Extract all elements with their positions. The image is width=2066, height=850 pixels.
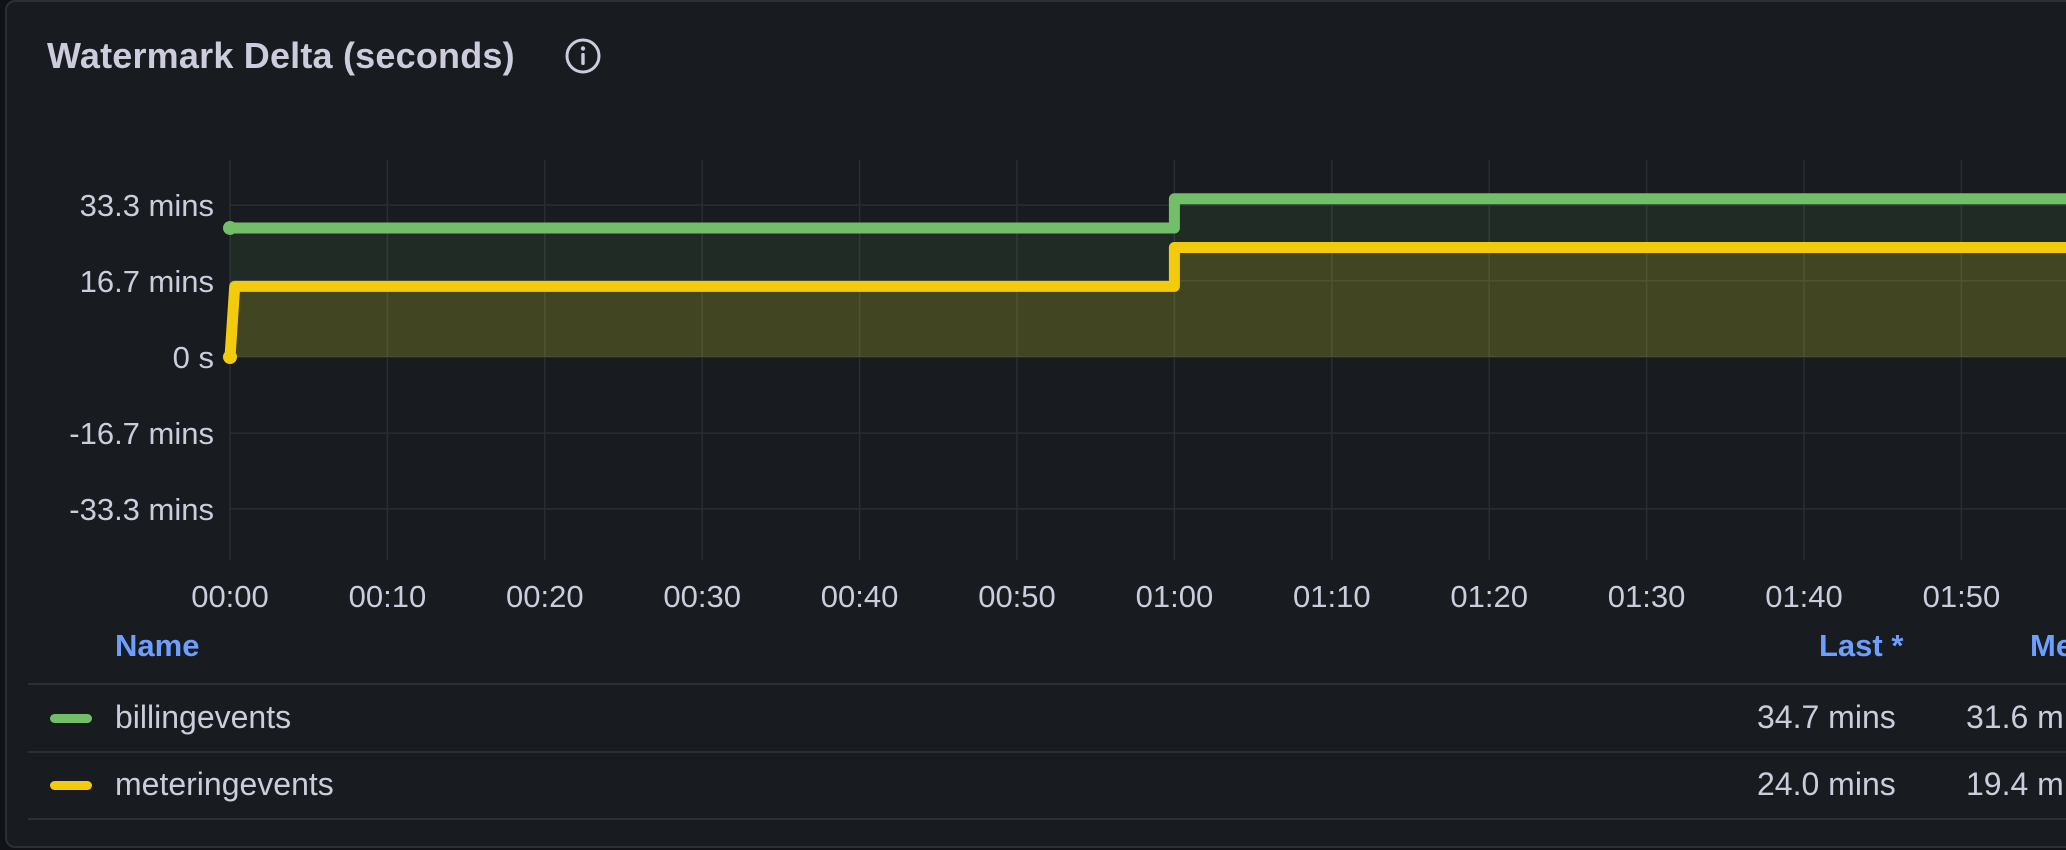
data-point [223, 350, 237, 364]
x-tick-label: 01:50 [1923, 579, 2001, 614]
y-tick-label: -33.3 mins [69, 492, 214, 527]
x-tick-label: 01:40 [1765, 579, 1843, 614]
legend-row[interactable]: billingevents 34.7 mins 31.6 m [28, 685, 2066, 749]
legend-divider [28, 818, 2066, 820]
legend-header-mean[interactable]: Me [2030, 628, 2066, 676]
legend-swatch [50, 714, 92, 723]
x-tick-label: 00:40 [821, 579, 899, 614]
legend-last-value: 24.0 mins [1757, 766, 1896, 802]
legend-mean-value: 31.6 m [1966, 699, 2064, 735]
y-tick-label: -16.7 mins [69, 416, 214, 451]
x-tick-label: 01:10 [1293, 579, 1371, 614]
legend-swatch [50, 781, 92, 790]
y-tick-label: 33.3 mins [80, 188, 214, 223]
x-tick-label: 01:00 [1136, 579, 1214, 614]
x-tick-label: 00:10 [349, 579, 427, 614]
x-tick-label: 01:30 [1608, 579, 1686, 614]
x-axis: 00:00 00:10 00:20 00:30 00:40 00:50 01:00 01:10… [191, 579, 2000, 614]
y-axis: 33.3 mins 16.7 mins 0 s -16.7 mins -33.3 min… [69, 188, 214, 527]
legend-series-name: billingevents [115, 699, 292, 735]
time-series-chart[interactable]: 33.3 mins 16.7 mins 0 s -16.7 mins -33.3 min… [0, 0, 2066, 620]
x-tick-label: 00:50 [978, 579, 1056, 614]
legend-header-name[interactable]: Name [115, 628, 199, 676]
y-tick-label: 16.7 mins [80, 264, 214, 299]
x-tick-label: 01:20 [1450, 579, 1528, 614]
data-point [223, 220, 237, 235]
x-tick-label: 00:00 [191, 579, 269, 614]
x-tick-label: 00:30 [663, 579, 741, 614]
legend-last-value: 34.7 mins [1757, 699, 1896, 735]
y-tick-label: 0 s [173, 340, 214, 375]
legend-header-last[interactable]: Last * [1819, 628, 1903, 676]
legend-mean-value: 19.4 m [1966, 766, 2064, 802]
x-tick-label: 00:20 [506, 579, 584, 614]
legend-series-name: meteringevents [115, 766, 334, 802]
legend-row[interactable]: meteringevents 24.0 mins 19.4 m [28, 752, 2066, 816]
